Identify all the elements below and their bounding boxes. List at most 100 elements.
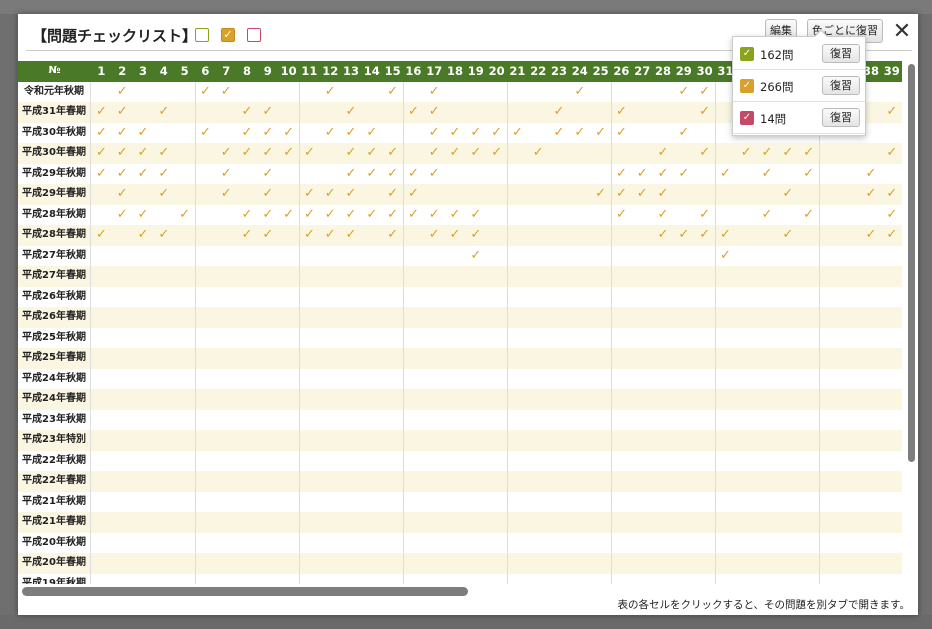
check-mark[interactable]: ✓	[237, 205, 258, 226]
check-mark[interactable]: ✓	[341, 143, 362, 164]
check-mark[interactable]: ✓	[611, 184, 632, 205]
check-mark[interactable]: ✓	[569, 82, 590, 103]
check-mark[interactable]: ✓	[632, 164, 653, 185]
check-mark[interactable]: ✓	[341, 164, 362, 185]
check-mark[interactable]: ✓	[653, 184, 674, 205]
check-mark[interactable]: ✓	[382, 184, 403, 205]
check-mark[interactable]: ✓	[881, 143, 902, 164]
check-mark[interactable]: ✓	[237, 123, 258, 144]
check-mark[interactable]: ✓	[133, 225, 154, 246]
check-mark[interactable]: ✓	[237, 143, 258, 164]
review-button[interactable]: 復習	[822, 76, 860, 95]
check-mark[interactable]: ✓	[382, 164, 403, 185]
check-mark[interactable]: ✓	[486, 143, 507, 164]
check-mark[interactable]: ✓	[195, 82, 216, 103]
check-mark[interactable]: ✓	[257, 205, 278, 226]
check-mark[interactable]: ✓	[549, 102, 570, 123]
check-mark[interactable]: ✓	[320, 205, 341, 226]
check-mark[interactable]: ✓	[445, 123, 466, 144]
check-mark[interactable]: ✓	[91, 143, 112, 164]
check-mark[interactable]: ✓	[320, 123, 341, 144]
check-mark[interactable]: ✓	[798, 143, 819, 164]
check-mark[interactable]: ✓	[361, 164, 382, 185]
check-mark[interactable]: ✓	[403, 205, 424, 226]
check-mark[interactable]: ✓	[445, 143, 466, 164]
check-mark[interactable]: ✓	[424, 225, 445, 246]
check-mark[interactable]: ✓	[445, 225, 466, 246]
check-mark[interactable]: ✓	[611, 123, 632, 144]
check-mark[interactable]: ✓	[153, 143, 174, 164]
check-mark[interactable]: ✓	[694, 82, 715, 103]
check-mark[interactable]: ✓	[133, 143, 154, 164]
check-mark[interactable]: ✓	[465, 225, 486, 246]
check-mark[interactable]: ✓	[153, 225, 174, 246]
vertical-scrollbar[interactable]	[908, 64, 915, 462]
check-mark[interactable]: ✓	[694, 102, 715, 123]
check-mark[interactable]: ✓	[382, 82, 403, 103]
check-mark[interactable]: ✓	[694, 143, 715, 164]
check-mark[interactable]: ✓	[881, 205, 902, 226]
check-mark[interactable]: ✓	[133, 205, 154, 226]
check-mark[interactable]: ✓	[403, 164, 424, 185]
check-mark[interactable]: ✓	[590, 123, 611, 144]
check-mark[interactable]: ✓	[257, 102, 278, 123]
check-mark[interactable]: ✓	[257, 225, 278, 246]
check-mark[interactable]: ✓	[341, 102, 362, 123]
check-mark[interactable]: ✓	[278, 205, 299, 226]
check-mark[interactable]: ✓	[611, 102, 632, 123]
check-mark[interactable]: ✓	[757, 143, 778, 164]
check-mark[interactable]: ✓	[112, 143, 133, 164]
check-mark[interactable]: ✓	[465, 123, 486, 144]
check-mark[interactable]: ✓	[861, 164, 882, 185]
check-mark[interactable]: ✓	[673, 123, 694, 144]
check-mark[interactable]: ✓	[424, 205, 445, 226]
review-button[interactable]: 復習	[822, 108, 860, 127]
check-mark[interactable]: ✓	[216, 184, 237, 205]
check-mark[interactable]: ✓	[632, 184, 653, 205]
check-mark[interactable]: ✓	[777, 143, 798, 164]
check-mark[interactable]: ✓	[403, 184, 424, 205]
check-mark[interactable]: ✓	[715, 246, 736, 267]
check-mark[interactable]: ✓	[403, 102, 424, 123]
check-mark[interactable]: ✓	[424, 82, 445, 103]
check-mark[interactable]: ✓	[424, 164, 445, 185]
check-mark[interactable]: ✓	[653, 225, 674, 246]
check-mark[interactable]: ✓	[777, 184, 798, 205]
check-mark[interactable]: ✓	[424, 123, 445, 144]
check-mark[interactable]: ✓	[153, 102, 174, 123]
check-mark[interactable]: ✓	[112, 205, 133, 226]
check-mark[interactable]: ✓	[465, 246, 486, 267]
check-mark[interactable]: ✓	[257, 184, 278, 205]
check-mark[interactable]: ✓	[694, 225, 715, 246]
check-mark[interactable]: ✓	[91, 225, 112, 246]
check-mark[interactable]: ✓	[445, 205, 466, 226]
filter-green-checkbox[interactable]	[195, 28, 209, 42]
check-mark[interactable]: ✓	[257, 123, 278, 144]
check-mark[interactable]: ✓	[486, 123, 507, 144]
check-mark[interactable]: ✓	[341, 225, 362, 246]
check-mark[interactable]: ✓	[195, 123, 216, 144]
check-mark[interactable]: ✓	[361, 143, 382, 164]
check-mark[interactable]: ✓	[653, 205, 674, 226]
check-mark[interactable]: ✓	[861, 184, 882, 205]
check-mark[interactable]: ✓	[424, 102, 445, 123]
check-mark[interactable]: ✓	[278, 123, 299, 144]
check-mark[interactable]: ✓	[112, 102, 133, 123]
close-icon[interactable]: ✕	[892, 21, 912, 43]
check-mark[interactable]: ✓	[798, 205, 819, 226]
check-mark[interactable]: ✓	[361, 205, 382, 226]
check-mark[interactable]: ✓	[673, 82, 694, 103]
check-mark[interactable]: ✓	[91, 102, 112, 123]
check-mark[interactable]: ✓	[112, 123, 133, 144]
check-mark[interactable]: ✓	[237, 102, 258, 123]
check-mark[interactable]: ✓	[881, 225, 902, 246]
check-mark[interactable]: ✓	[341, 184, 362, 205]
check-mark[interactable]: ✓	[341, 205, 362, 226]
check-mark[interactable]: ✓	[382, 143, 403, 164]
check-mark[interactable]: ✓	[361, 123, 382, 144]
check-mark[interactable]: ✓	[798, 164, 819, 185]
check-mark[interactable]: ✓	[861, 225, 882, 246]
check-mark[interactable]: ✓	[881, 184, 902, 205]
check-mark[interactable]: ✓	[465, 205, 486, 226]
check-mark[interactable]: ✓	[112, 184, 133, 205]
